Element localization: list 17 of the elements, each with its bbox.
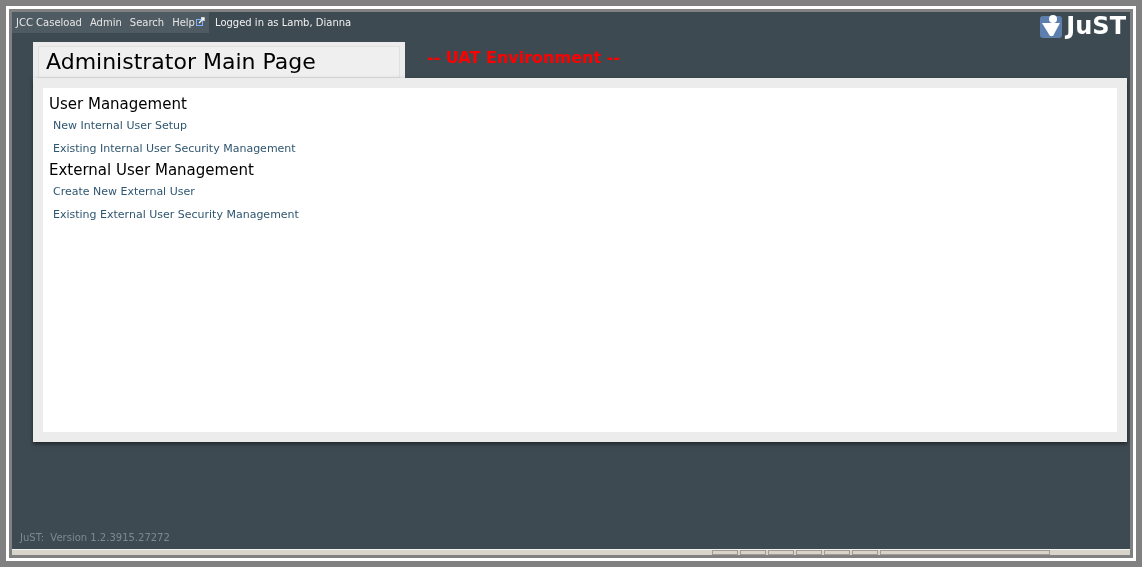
page-link[interactable]: Existing Internal User Security Management (53, 137, 296, 160)
person-icon (1040, 14, 1063, 38)
logo: JuST (1040, 14, 1126, 38)
section-heading: External User Management (49, 160, 255, 180)
nav-link[interactable]: Help (172, 15, 205, 30)
nav-link[interactable]: Admin (89, 15, 122, 30)
logged-in-user: Logged in as Lamb, Dianna (215, 16, 352, 30)
page-link[interactable]: Create New External User (53, 180, 195, 203)
page-link[interactable]: Existing External User Security Management (53, 203, 299, 226)
page-title: Administrator Main Page (38, 46, 400, 78)
page-link[interactable]: New Internal User Setup (53, 114, 187, 137)
nav-link[interactable]: Search (129, 15, 165, 30)
environment-label: -- UAT Environment -- (427, 47, 620, 69)
version-text: JuST: Version 1.2.3915.27272 (20, 531, 171, 545)
section-heading: User Management (49, 94, 188, 114)
external-link-icon (196, 16, 205, 26)
nav-link[interactable]: JCC Caseload (16, 15, 82, 30)
